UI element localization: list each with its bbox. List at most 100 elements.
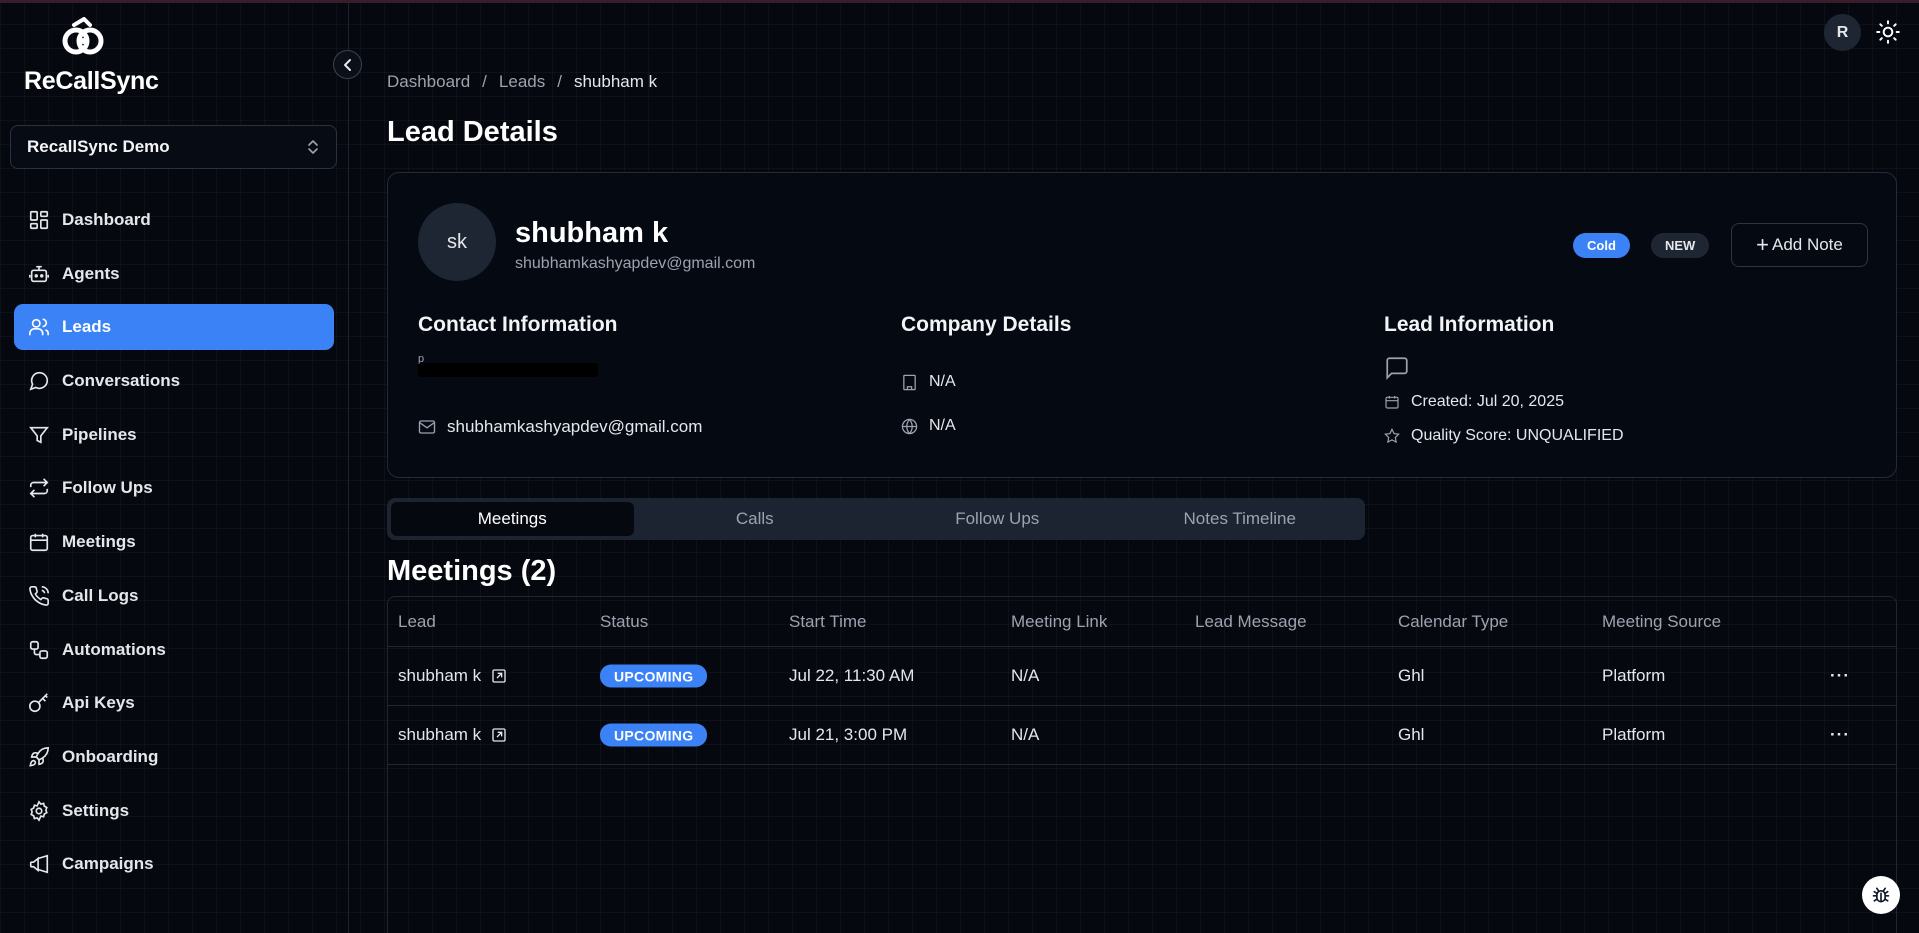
sidebar-item-campaigns[interactable]: Campaigns <box>14 841 334 887</box>
column-header[interactable]: Lead Message <box>1195 612 1307 632</box>
sidebar-item-pipelines[interactable]: Pipelines <box>14 412 334 458</box>
sidebar-item-label: Settings <box>62 800 130 820</box>
sidebar-item-label: Dashboard <box>62 210 151 229</box>
sidebar-item-label: Pipelines <box>62 424 137 444</box>
sidebar-item-dashboard[interactable]: Dashboard <box>14 197 334 243</box>
status-cell: UPCOMING <box>600 723 708 747</box>
users-icon <box>29 318 49 336</box>
contact-email: shubhamkashyapdev@gmail.com <box>447 417 703 436</box>
tab-follow-ups[interactable]: Follow Ups <box>876 502 1119 536</box>
sidebar-item-call-logs[interactable]: Call Logs <box>14 573 334 619</box>
company-website: N/A <box>929 417 956 434</box>
page-title: Lead Details <box>387 116 558 148</box>
sidebar-item-label: Call Logs <box>62 585 139 605</box>
sidebar-item-label: Agents <box>62 263 120 283</box>
lead-name-cell: shubham k <box>398 725 482 744</box>
stage-badge: NEW <box>1651 233 1710 258</box>
sidebar-item-onboarding[interactable]: Onboarding <box>14 734 334 780</box>
more-horizontal-icon[interactable]: ··· <box>1830 725 1850 745</box>
bug-report-button[interactable] <box>1862 876 1900 914</box>
dashboard-icon <box>29 210 49 230</box>
column-header[interactable]: Meeting Source <box>1602 612 1721 632</box>
quality-score: Quality Score: UNQUALIFIED <box>1411 427 1624 444</box>
breadcrumb: Dashboard / Leads / shubham k <box>387 72 657 92</box>
chevron-left-icon <box>343 58 351 71</box>
column-header[interactable]: Status <box>600 612 648 632</box>
sidebar-item-settings[interactable]: Settings <box>14 788 334 834</box>
recallsync-logo-icon <box>62 17 104 55</box>
rocket-icon <box>29 746 49 767</box>
add-note-button[interactable]: + Add Note <box>1731 223 1868 267</box>
more-horizontal-icon[interactable]: ··· <box>1830 666 1850 686</box>
sidebar-item-leads[interactable]: Leads <box>14 304 334 351</box>
status-cell: UPCOMING <box>600 664 708 688</box>
add-note-label: Add Note <box>1771 235 1843 254</box>
key-icon <box>29 693 48 713</box>
created-date: Created: Jul 20, 2025 <box>1411 393 1564 410</box>
status-badge: UPCOMING <box>600 723 708 747</box>
sidebar-item-label: Conversations <box>62 371 181 391</box>
calendar-type-cell: Ghl <box>1398 725 1425 744</box>
company-name-row: N/A <box>901 373 956 391</box>
company-name: N/A <box>929 373 956 390</box>
sun-icon <box>1876 20 1900 44</box>
theme-toggle-button[interactable] <box>1872 16 1904 48</box>
sidebar-collapse-button[interactable] <box>333 50 362 79</box>
column-header[interactable]: Start Time <box>789 612 866 632</box>
breadcrumb-separator: / <box>482 72 487 91</box>
calendar-icon <box>1385 396 1399 409</box>
breadcrumb-separator: / <box>557 72 562 91</box>
bug-icon <box>1872 887 1890 903</box>
table-row[interactable]: shubham k UPCOMING Jul 22, 11:30 AM N/A … <box>388 647 1896 706</box>
sidebar-item-label: Leads <box>62 317 112 337</box>
contact-email-row: shubhamkashyapdev@gmail.com <box>418 417 702 437</box>
start-time-cell: Jul 22, 11:30 AM <box>789 666 915 685</box>
sidebar-item-label: Automations <box>62 639 166 659</box>
workspace-switcher[interactable]: RecallSync Demo <box>10 125 337 169</box>
sidebar-item-follow-ups[interactable]: Follow Ups <box>14 465 334 511</box>
user-avatar[interactable]: R <box>1824 14 1861 51</box>
company-website-row: N/A <box>901 417 956 435</box>
workflow-icon <box>29 640 49 659</box>
start-time-cell: Jul 21, 3:00 PM <box>789 725 908 744</box>
tab-notes-timeline[interactable]: Notes Timeline <box>1119 502 1362 536</box>
chevrons-up-down-icon <box>308 140 318 154</box>
tab-meetings[interactable]: Meetings <box>391 502 634 536</box>
external-link-icon[interactable] <box>491 727 507 743</box>
meeting-link-cell: N/A <box>1011 725 1040 744</box>
column-header[interactable]: Lead <box>398 612 436 632</box>
temperature-badge: Cold <box>1573 233 1630 258</box>
meeting-link-cell: N/A <box>1011 666 1040 685</box>
lead-cell: shubham k <box>398 666 507 686</box>
message-circle-icon <box>29 372 49 391</box>
column-header[interactable]: Meeting Link <box>1011 612 1107 632</box>
sidebar-item-meetings[interactable]: Meetings <box>14 519 334 565</box>
quality-score-row: Quality Score: UNQUALIFIED <box>1384 427 1624 445</box>
sidebar-item-label: Campaigns <box>62 854 154 874</box>
lead-avatar: sk <box>418 203 496 281</box>
workspace-label: RecallSync Demo <box>27 137 170 156</box>
breadcrumb-leads[interactable]: Leads <box>499 72 545 92</box>
sidebar-item-api-keys[interactable]: Api Keys <box>14 680 334 726</box>
sidebar-item-automations[interactable]: Automations <box>14 627 334 673</box>
star-icon <box>1384 428 1400 444</box>
app-logo[interactable]: ReCallSync <box>24 17 159 97</box>
calendar-icon <box>29 533 49 552</box>
sidebar-item-agents[interactable]: Agents <box>14 251 334 297</box>
table-row[interactable]: shubham k UPCOMING Jul 21, 3:00 PM N/A G… <box>388 706 1896 765</box>
breadcrumb-dashboard[interactable]: Dashboard <box>387 72 470 92</box>
external-link-icon[interactable] <box>491 668 507 684</box>
status-badge: UPCOMING <box>600 664 708 688</box>
column-header[interactable]: Calendar Type <box>1398 612 1508 632</box>
sidebar-item-conversations[interactable]: Conversations <box>14 358 334 404</box>
tab-calls[interactable]: Calls <box>634 502 877 536</box>
calendar-type-cell: Ghl <box>1398 666 1425 685</box>
sidebar-item-label: Api Keys <box>62 693 135 713</box>
lead-info-title: Lead Information <box>1384 313 1555 336</box>
redacted-phone-bar <box>418 363 598 377</box>
phone-call-icon <box>29 585 49 606</box>
app-name: ReCallSync <box>24 67 159 95</box>
mail-icon <box>418 420 436 434</box>
contact-info-title: Contact Information <box>418 313 618 336</box>
lead-cell: shubham k <box>398 725 507 745</box>
